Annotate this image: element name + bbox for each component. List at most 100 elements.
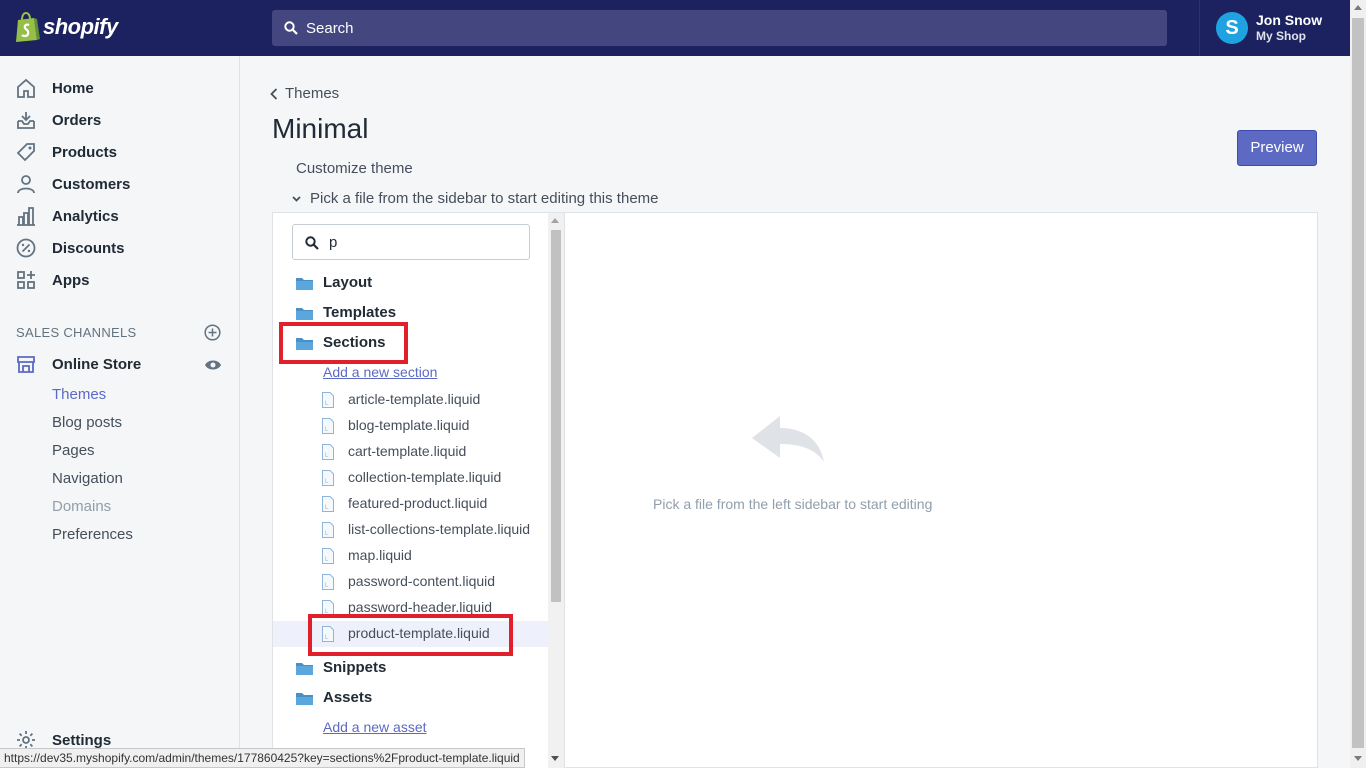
folder-layout[interactable]: Layout xyxy=(323,274,372,291)
folder-snippets[interactable]: Snippets xyxy=(323,659,386,676)
shopify-bag-icon xyxy=(16,12,40,42)
apps-icon xyxy=(17,271,35,289)
file-row[interactable]: L list-collections-template.liquid xyxy=(273,517,548,543)
global-search-input[interactable]: Search xyxy=(272,10,1167,46)
highlight-box-sections xyxy=(279,322,408,364)
filter-value: p xyxy=(329,234,338,251)
file-icon: L xyxy=(322,444,334,460)
customize-theme-link[interactable]: Customize theme xyxy=(296,160,413,177)
top-bar: shopify Search S Jon Snow My Shop xyxy=(0,0,1366,56)
sidebar-item-label: Apps xyxy=(52,271,90,289)
sidebar-item-discounts[interactable]: Discounts xyxy=(0,232,240,264)
sidebar: Home Orders Products Customers Analytics… xyxy=(0,56,240,768)
folder-icon xyxy=(296,308,313,320)
folder-assets[interactable]: Assets xyxy=(323,689,372,706)
tag-icon xyxy=(16,143,35,162)
file-icon: L xyxy=(322,418,334,434)
sidebar-subitem-domains[interactable]: Domains xyxy=(52,498,111,515)
breadcrumb-back-themes[interactable]: Themes xyxy=(270,85,339,102)
add-new-section-link[interactable]: Add a new section xyxy=(323,364,437,380)
shopify-logo[interactable]: shopify xyxy=(14,12,118,42)
file-name: featured-product.liquid xyxy=(348,495,488,511)
folder-open-icon xyxy=(296,693,313,705)
sidebar-subitem-blog-posts[interactable]: Blog posts xyxy=(52,414,122,431)
scroll-up-arrow-icon[interactable] xyxy=(551,218,559,223)
sidebar-item-analytics[interactable]: Analytics xyxy=(0,200,240,232)
sidebar-item-products[interactable]: Products xyxy=(0,136,240,168)
file-icon: L xyxy=(322,470,334,486)
file-name: password-header.liquid xyxy=(348,599,492,615)
discount-icon xyxy=(16,238,36,258)
search-placeholder: Search xyxy=(306,19,354,37)
file-row[interactable]: L featured-product.liquid xyxy=(273,491,548,517)
sidebar-item-home[interactable]: Home xyxy=(0,72,240,104)
window-scroll-thumb[interactable] xyxy=(1352,18,1364,748)
preview-button[interactable]: Preview xyxy=(1237,130,1317,166)
home-icon xyxy=(17,78,35,98)
avatar[interactable]: S xyxy=(1216,12,1248,44)
folder-icon xyxy=(296,278,313,290)
file-filter-input[interactable]: p xyxy=(292,224,530,260)
file-name: article-template.liquid xyxy=(348,391,481,407)
file-icon: L xyxy=(322,548,334,564)
file-name: cart-template.liquid xyxy=(348,443,467,459)
file-row[interactable]: L article-template.liquid xyxy=(273,387,548,413)
panel-divider xyxy=(564,213,565,768)
add-channel-icon[interactable] xyxy=(204,324,221,341)
sidebar-item-label: Customers xyxy=(52,175,131,193)
pick-hint-text: Pick a file from the sidebar to start ed… xyxy=(310,190,659,207)
shop-name[interactable]: My Shop xyxy=(1256,29,1306,43)
file-name: list-collections-template.liquid xyxy=(348,521,531,537)
user-name[interactable]: Jon Snow xyxy=(1256,12,1322,28)
empty-state-text: Pick a file from the left sidebar to sta… xyxy=(653,496,933,512)
person-icon xyxy=(17,175,35,194)
sidebar-item-orders[interactable]: Orders xyxy=(0,104,240,136)
sidebar-item-label: Products xyxy=(52,143,118,161)
scroll-down-arrow-icon[interactable] xyxy=(551,756,559,761)
sales-channels-heading: SALES CHANNELS xyxy=(16,325,137,340)
sidebar-item-label: Home xyxy=(52,79,94,97)
search-icon xyxy=(305,236,319,250)
sidebar-item-customers[interactable]: Customers xyxy=(0,168,240,200)
file-tree-scroll-thumb[interactable] xyxy=(551,230,561,602)
file-icon: L xyxy=(322,392,334,408)
sidebar-item-apps[interactable]: Apps xyxy=(0,264,240,296)
file-name: collection-template.liquid xyxy=(348,469,502,485)
sidebar-item-label: Settings xyxy=(52,731,112,749)
highlight-box-product-template xyxy=(308,614,513,656)
chevron-down-icon xyxy=(292,195,301,202)
sidebar-subitem-preferences[interactable]: Preferences xyxy=(52,526,133,543)
file-row[interactable]: L blog-template.liquid xyxy=(273,413,548,439)
search-icon xyxy=(284,21,298,35)
orders-icon xyxy=(17,112,35,129)
breadcrumb-label: Themes xyxy=(285,85,340,102)
user-menu-divider xyxy=(1199,0,1200,56)
sidebar-item-label: Orders xyxy=(52,111,102,129)
window-scroll-up-icon[interactable] xyxy=(1354,5,1362,10)
file-name: blog-template.liquid xyxy=(348,417,470,433)
status-bar-url: https://dev35.myshopify.com/admin/themes… xyxy=(0,748,525,768)
sidebar-subitem-themes[interactable]: Themes xyxy=(52,386,106,403)
file-icon: L xyxy=(322,496,334,512)
sidebar-item-label: Online Store xyxy=(52,355,142,373)
file-name: map.liquid xyxy=(348,547,412,563)
reply-arrow-icon xyxy=(752,416,824,462)
file-name: password-content.liquid xyxy=(348,573,496,589)
file-row[interactable]: L cart-template.liquid xyxy=(273,439,548,465)
file-row[interactable]: L collection-template.liquid xyxy=(273,465,548,491)
file-row[interactable]: L map.liquid xyxy=(273,543,548,569)
add-new-asset-link[interactable]: Add a new asset xyxy=(323,719,427,735)
store-icon xyxy=(17,356,35,373)
window-scroll-down-icon[interactable] xyxy=(1354,756,1362,761)
sidebar-item-label: Analytics xyxy=(52,207,119,225)
sidebar-subitem-pages[interactable]: Pages xyxy=(52,442,95,459)
folder-icon xyxy=(296,663,313,675)
pick-file-hint[interactable]: Pick a file from the sidebar to start ed… xyxy=(292,190,659,207)
file-row[interactable]: L password-content.liquid xyxy=(273,569,548,595)
folder-templates[interactable]: Templates xyxy=(323,304,396,321)
eye-icon[interactable] xyxy=(204,358,222,372)
bar-chart-icon xyxy=(17,207,35,226)
sidebar-subitem-navigation[interactable]: Navigation xyxy=(52,470,123,487)
logo-wordmark: shopify xyxy=(43,14,118,39)
chevron-left-icon xyxy=(270,87,278,100)
